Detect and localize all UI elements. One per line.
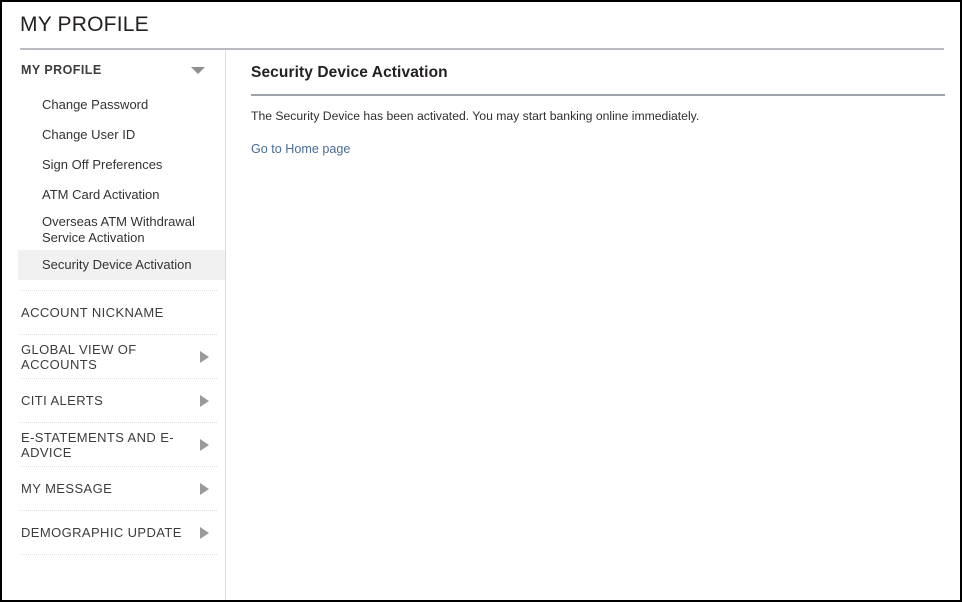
sidebar-divider <box>20 554 217 555</box>
sidebar-item-label: Sign Off Preferences <box>42 157 163 172</box>
application-window: MY PROFILE MY PROFILE Change Password Ch… <box>0 0 962 602</box>
chevron-right-icon <box>200 526 209 539</box>
chevron-right-icon <box>200 482 209 495</box>
sidebar-section-my-profile[interactable]: MY PROFILE <box>2 50 225 90</box>
sidebar-item-label: Change User ID <box>42 127 136 142</box>
sidebar-section-label: DEMOGRAPHIC UPDATE <box>21 525 182 540</box>
sidebar-item-label: Security Device Activation <box>42 257 192 272</box>
content-heading: Security Device Activation <box>251 64 448 81</box>
page-title: MY PROFILE <box>20 13 149 36</box>
go-to-home-page-link[interactable]: Go to Home page <box>251 142 350 156</box>
sidebar-section-account-nickname[interactable]: ACCOUNT NICKNAME <box>2 291 225 334</box>
sidebar-sub-item-list: Change Password Change User ID Sign Off … <box>2 90 225 280</box>
sidebar-section-label: MY MESSAGE <box>21 481 113 496</box>
sidebar-item-overseas-atm-withdrawal-service-activation[interactable]: Overseas ATM Withdrawal Service Activati… <box>2 210 225 250</box>
chevron-right-icon <box>200 350 209 363</box>
sidebar-section-global-view-of-accounts[interactable]: GLOBAL VIEW OF ACCOUNTS <box>2 335 225 378</box>
body-area: MY PROFILE Change Password Change User I… <box>2 50 960 600</box>
chevron-down-icon <box>191 66 205 74</box>
sidebar-section-label: CITI ALERTS <box>21 393 104 408</box>
sidebar-item-security-device-activation[interactable]: Security Device Activation <box>18 250 225 280</box>
sidebar-item-change-user-id[interactable]: Change User ID <box>2 120 225 150</box>
sidebar-section-label: E-STATEMENTS AND E-ADVICE <box>21 429 175 460</box>
sidebar-navigation: MY PROFILE Change Password Change User I… <box>2 50 226 600</box>
sidebar-section-e-statements-and-e-advice[interactable]: E-STATEMENTS AND E-ADVICE <box>2 423 225 466</box>
confirmation-message: The Security Device has been activated. … <box>251 109 700 123</box>
main-content: Security Device Activation The Security … <box>226 50 960 600</box>
sidebar-item-label: Overseas ATM Withdrawal Service Activati… <box>42 214 195 245</box>
sidebar-section-label: ACCOUNT NICKNAME <box>21 305 164 320</box>
page-header: MY PROFILE <box>20 10 944 46</box>
chevron-right-icon <box>200 438 209 451</box>
sidebar-item-label: Change Password <box>42 97 149 112</box>
sidebar-section-label: MY PROFILE <box>21 63 102 77</box>
sidebar-item-sign-off-preferences[interactable]: Sign Off Preferences <box>2 150 225 180</box>
sidebar-section-demographic-update[interactable]: DEMOGRAPHIC UPDATE <box>2 511 225 554</box>
sidebar-item-atm-card-activation[interactable]: ATM Card Activation <box>2 180 225 210</box>
sidebar-section-my-message[interactable]: MY MESSAGE <box>2 467 225 510</box>
chevron-right-icon <box>200 394 209 407</box>
sidebar-item-change-password[interactable]: Change Password <box>2 90 225 120</box>
sidebar-section-label: GLOBAL VIEW OF ACCOUNTS <box>21 341 137 372</box>
content-heading-divider <box>251 94 945 96</box>
sidebar-section-citi-alerts[interactable]: CITI ALERTS <box>2 379 225 422</box>
sidebar-item-label: ATM Card Activation <box>42 187 160 202</box>
